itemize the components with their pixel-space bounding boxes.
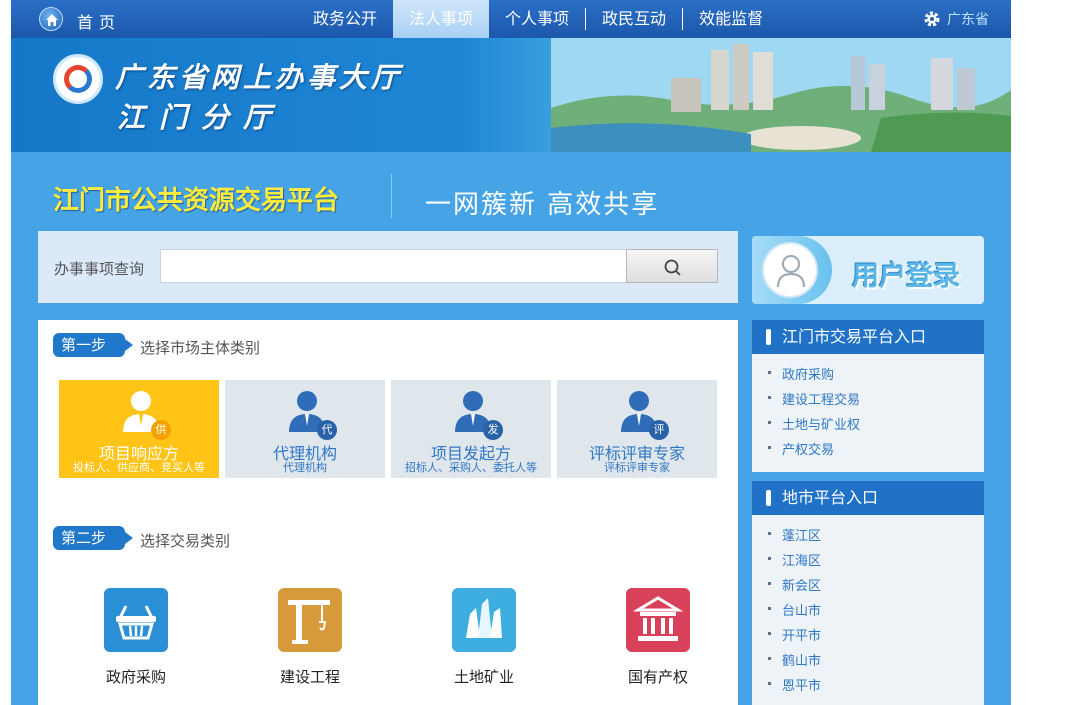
home-link[interactable]: 首页 bbox=[77, 9, 121, 33]
platform-slogan: 一网簇新 高效共享 bbox=[425, 190, 660, 220]
category-land-mining[interactable]: 土地矿业 bbox=[424, 588, 544, 687]
panel-link[interactable]: 建设工程交易 bbox=[768, 389, 984, 414]
gear-icon[interactable] bbox=[923, 10, 941, 28]
nav-item-personal[interactable]: 个人事项 bbox=[489, 0, 585, 38]
card-agency[interactable]: 代 代理机构 代理机构 bbox=[225, 380, 385, 478]
user-icon bbox=[777, 255, 805, 288]
nav-item-supervision[interactable]: 效能监督 bbox=[683, 0, 779, 38]
crystal-icon bbox=[452, 588, 516, 652]
category-label: 建设工程 bbox=[279, 668, 340, 686]
panel-link[interactable]: 恩平市 bbox=[768, 675, 984, 700]
basket-icon bbox=[104, 588, 168, 652]
panel-link[interactable]: 鹤山市 bbox=[768, 650, 984, 675]
category-state-property[interactable]: 国有产权 bbox=[598, 588, 718, 687]
main-nav: 政务公开 法人事项 个人事项 政民互动 效能监督 bbox=[297, 0, 779, 38]
nav-item-interaction[interactable]: 政民互动 bbox=[586, 0, 682, 38]
panel-link[interactable]: 台山市 bbox=[768, 600, 984, 625]
category-construction[interactable]: 建设工程 bbox=[250, 588, 370, 687]
home-icon[interactable] bbox=[39, 7, 63, 31]
card-subtitle: 代理机构 bbox=[283, 461, 327, 474]
trade-category-list: 政府采购 建设工程 土地矿业 国有产权 bbox=[38, 588, 738, 698]
card-subtitle: 评标评审专家 bbox=[604, 461, 670, 474]
panel-link-list: 蓬江区 江海区 新会区 台山市 开平市 鹤山市 恩平市 bbox=[752, 515, 984, 700]
category-label: 国有产权 bbox=[627, 668, 688, 686]
crane-icon bbox=[278, 588, 342, 652]
nav-item-legal-person[interactable]: 法人事项 bbox=[393, 0, 490, 38]
card-initiator[interactable]: 发 项目发起方 招标人、采购人、委托人等 bbox=[391, 380, 551, 478]
region-selector[interactable]: 广东省 bbox=[947, 9, 989, 29]
search-label: 办事事项查询 bbox=[54, 260, 145, 278]
search-box: 办事事项查询 bbox=[38, 231, 738, 303]
panel-link[interactable]: 开平市 bbox=[768, 625, 984, 650]
panel-title: 地市平台入口 bbox=[752, 481, 984, 515]
platform-divider bbox=[391, 174, 392, 218]
panel-link[interactable]: 新会区 bbox=[768, 575, 984, 600]
page-frame: 首页 政务公开 法人事项 个人事项 政民互动 效能监督 广东省 广东省网上办事大… bbox=[11, 0, 1011, 705]
step1-desc: 选择市场主体类别 bbox=[140, 339, 261, 357]
site-logo bbox=[53, 54, 103, 104]
top-navbar: 首页 政务公开 法人事项 个人事项 政民互动 效能监督 广东省 bbox=[11, 0, 1011, 38]
header-banner: 广东省网上办事大厅 江门分厅 bbox=[11, 38, 1011, 152]
nav-item-gov-open[interactable]: 政务公开 bbox=[297, 0, 393, 38]
step2-badge: 第二步 bbox=[53, 526, 133, 550]
step2-desc: 选择交易类别 bbox=[140, 532, 231, 550]
avatar bbox=[762, 242, 818, 298]
category-label: 土地矿业 bbox=[453, 668, 514, 686]
card-badge: 发 bbox=[483, 420, 503, 440]
panel-link[interactable]: 政府采购 bbox=[768, 364, 984, 389]
platform-header: 江门市公共资源交易平台 一网簇新 高效共享 bbox=[11, 152, 1011, 230]
district-platform-panel: 地市平台入口 蓬江区 江海区 新会区 台山市 开平市 鹤山市 恩平市 bbox=[752, 481, 984, 705]
search-input[interactable] bbox=[160, 249, 628, 283]
panel-title: 江门市交易平台入口 bbox=[752, 320, 984, 354]
step1-badge: 第一步 bbox=[53, 333, 133, 357]
card-expert[interactable]: 评 评标评审专家 评标评审专家 bbox=[557, 380, 717, 478]
card-subtitle: 投标人、供应商、竞买人等 bbox=[73, 461, 205, 474]
login-label: 用户登录 bbox=[852, 261, 960, 292]
city-platform-panel: 江门市交易平台入口 政府采购 建设工程交易 土地与矿业权 产权交易 bbox=[752, 320, 984, 472]
site-title: 广东省网上办事大厅 bbox=[115, 61, 404, 94]
subject-type-cards: 供 项目响应方 投标人、供应商、竞买人等 代 代理机构 代理机构 发 项目发起方… bbox=[59, 380, 719, 478]
site-subtitle: 江门分厅 bbox=[117, 101, 286, 134]
search-button[interactable] bbox=[626, 249, 718, 283]
card-badge: 评 bbox=[649, 420, 669, 440]
panel-link[interactable]: 土地与矿业权 bbox=[768, 414, 984, 439]
card-badge: 供 bbox=[151, 420, 171, 440]
card-subtitle: 招标人、采购人、委托人等 bbox=[405, 461, 537, 474]
bank-icon bbox=[626, 588, 690, 652]
panel-link[interactable]: 江海区 bbox=[768, 550, 984, 575]
login-button[interactable]: 用户登录 bbox=[752, 236, 984, 304]
search-icon bbox=[664, 259, 681, 276]
main-content: 第一步 选择市场主体类别 供 项目响应方 投标人、供应商、竞买人等 代 代理机构… bbox=[38, 320, 738, 705]
card-badge: 代 bbox=[317, 420, 337, 440]
category-gov-procurement[interactable]: 政府采购 bbox=[76, 588, 196, 687]
panel-link[interactable]: 蓬江区 bbox=[768, 525, 984, 550]
platform-title: 江门市公共资源交易平台 bbox=[53, 186, 340, 216]
panel-link[interactable]: 产权交易 bbox=[768, 439, 984, 464]
panel-link-list: 政府采购 建设工程交易 土地与矿业权 产权交易 bbox=[752, 354, 984, 464]
city-skyline-image bbox=[551, 38, 1011, 152]
category-label: 政府采购 bbox=[105, 668, 166, 686]
card-responder[interactable]: 供 项目响应方 投标人、供应商、竞买人等 bbox=[59, 380, 219, 478]
